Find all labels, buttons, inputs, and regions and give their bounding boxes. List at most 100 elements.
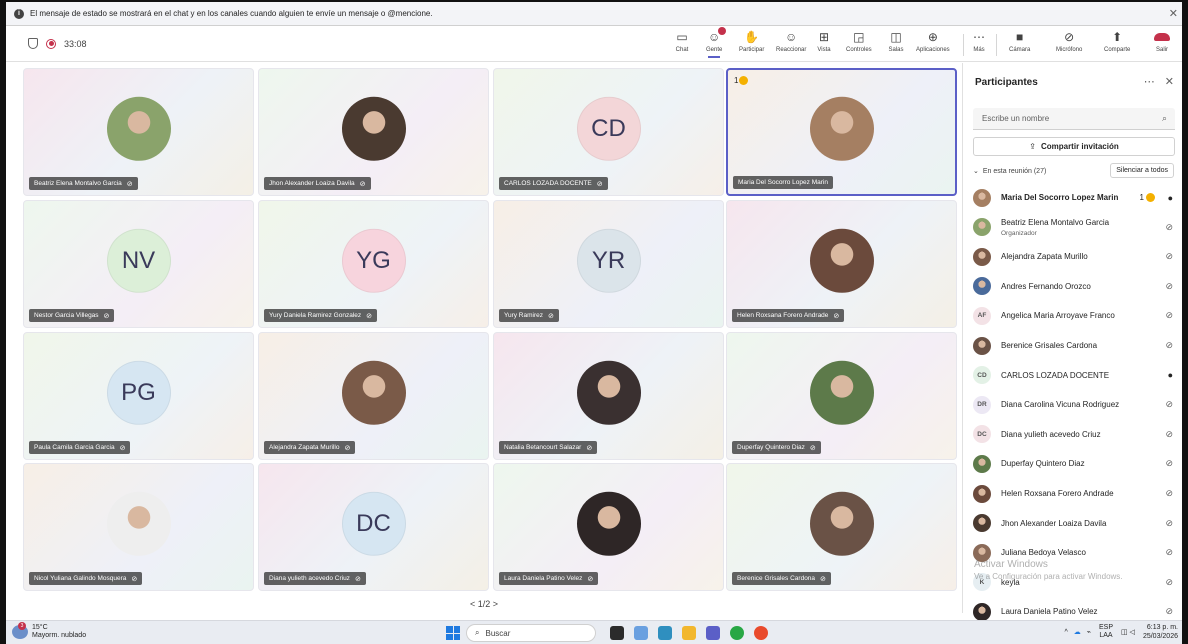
avatar [973,188,991,207]
video-tile[interactable]: Laura Daniela Patino Velez ⊘ [493,463,724,591]
toolbar-more-button[interactable]: ⋯ Más [971,29,987,53]
participant-row[interactable]: DC Diana yulieth acevedo Criuz ⊘ [963,420,1183,449]
video-tile[interactable]: YR Yury Ramirez ⊘ [493,200,724,328]
video-tile[interactable]: PG Paula Camila Garcia Garcia ⊘ [23,332,254,460]
mic-off-icon[interactable]: ⊘ [1165,222,1173,233]
clock[interactable]: 6:13 p. m. 25/03/2026 [1143,623,1178,641]
edge-dev-app-icon[interactable] [730,626,744,640]
more-icon: ⋯ [973,30,985,44]
toolbar-label: Cámara [1009,47,1031,53]
start-button[interactable] [446,626,460,640]
participant-search-input[interactable]: Escribe un nombre ⌕ [973,108,1175,130]
participant-row[interactable]: Beatriz Elena Montalvo Garcia Organizador… [963,213,1183,242]
toolbar-share-button[interactable]: ⬆ Comparte [1104,29,1130,53]
volume-icon[interactable]: ◫ ◁ [1121,628,1135,636]
toolbar-raise-hand-button[interactable]: ✋ Participar [739,29,764,53]
toolbar-rooms-button[interactable]: ◫ Salas [888,29,904,53]
toolbar-camera-button[interactable]: ■ Cámara [1009,29,1030,53]
mic-off-icon[interactable]: ⊘ [1165,577,1173,588]
video-tile[interactable]: Berenice Grisales Cardona ⊘ [726,463,957,591]
chevron-up-icon[interactable]: ^ [1064,629,1067,636]
video-tile[interactable]: Duperfay Quintero Diaz ⊘ [726,332,957,460]
participant-row[interactable]: DR Diana Carolina Vicuna Rodriguez ⊘ [963,390,1183,419]
video-tile[interactable]: YG Yury Daniela Ramirez Gonzalez ⊘ [258,200,489,328]
mic-off-icon[interactable]: ⊘ [1165,606,1173,617]
video-tile[interactable]: NV Nestor Garcia Villegas ⊘ [23,200,254,328]
mute-all-button[interactable]: Silenciar a todos [1110,163,1174,178]
toolbar-controls-button[interactable]: ◲ Controles [846,29,872,53]
language-indicator[interactable]: ESP LAA [1099,624,1113,640]
close-icon[interactable]: ✕ [1165,75,1174,88]
video-tile[interactable]: Natalia Betancourt Salazar ⊘ [493,332,724,460]
mic-off-icon[interactable]: ⊘ [1165,547,1173,558]
windows-activation-watermark: Activar Windows Ve a Configuración para … [974,559,1123,583]
explorer-app-icon[interactable] [634,626,648,640]
participant-row[interactable]: Andres Fernando Orozco ⊘ [963,272,1183,301]
toolbar-mic-button[interactable]: ⊘ Micrófono [1056,29,1082,53]
grid-pager[interactable]: < 1/2 > [470,599,498,609]
notification-badge [718,27,727,35]
search-icon: ⌕ [1161,113,1167,123]
mic-on-icon[interactable]: ● [1168,193,1173,203]
teams-app-icon[interactable] [706,626,720,640]
video-tile[interactable]: Alejandra Zapata Murillo ⊘ [258,332,489,460]
mic-off-icon[interactable]: ⊘ [1165,518,1173,529]
lang-top: ESP [1098,624,1113,631]
share-invite-button[interactable]: ⇪ Compartir invitación [973,137,1175,156]
mic-off-icon[interactable]: ⊘ [1165,310,1173,321]
participant-row[interactable]: CD CARLOS LOZADA DOCENTE ● [963,361,1183,390]
chrome-app-icon[interactable] [754,626,768,640]
participant-row[interactable]: Alejandra Zapata Murillo ⊘ [963,242,1183,271]
mic-off-icon[interactable]: ⊘ [1165,399,1173,410]
participant-name-label: Yury Daniela Ramirez Gonzalez ⊘ [264,309,377,322]
participant-row[interactable]: Berenice Grisales Cardona ⊘ [963,331,1183,360]
toolbar-leave-button[interactable]: Salir [1154,29,1170,53]
profile-photo [106,491,171,556]
avatar [973,277,991,296]
video-tile[interactable]: Helen Roxsana Forero Andrade ⊘ [726,200,957,328]
mic-off-icon[interactable]: ⊘ [1165,281,1173,292]
participant-row[interactable]: Jhon Alexander Loaiza Davila ⊘ [963,509,1183,538]
participant-name-label: Jhon Alexander Loaiza Davila ⊘ [264,177,371,190]
video-tile[interactable]: Beatriz Elena Montalvo Garcia ⊘ [23,68,254,196]
toolbar-apps-button[interactable]: ⊕ Aplicaciones [916,29,950,53]
video-tile[interactable]: DC Diana yulieth acevedo Criuz ⊘ [258,463,489,591]
participant-row[interactable]: Duperfay Quintero Diaz ⊘ [963,449,1183,478]
share-invite-label: Compartir invitación [1040,142,1119,151]
panel-title: Participantes [975,77,1038,88]
mic-off-icon[interactable]: ⊘ [1165,340,1173,351]
avatar [973,336,991,355]
in-meeting-section[interactable]: ⌄ En esta reunión (27) [973,167,1046,176]
mic-off-icon[interactable]: ⊘ [1165,488,1173,499]
toolbar-view-button[interactable]: ⊞ Vista [816,29,832,53]
cloud-icon[interactable]: ☁ [1074,628,1081,636]
edge-app-icon[interactable] [658,626,672,640]
weather-widget[interactable]: 3 15°C Mayorm. nublado [12,622,86,640]
participant-row[interactable]: Maria Del Socorro Lopez Marin 1 ● [963,183,1183,212]
more-icon[interactable]: ⋯ [1144,75,1155,88]
close-icon[interactable]: ✕ [1169,7,1178,20]
mic-off-icon[interactable]: ⊘ [1165,429,1173,440]
emoji-icon: ☺ [785,30,798,44]
mic-off-icon[interactable]: ⊘ [1165,251,1173,262]
mic-on-icon[interactable]: ● [1168,370,1173,380]
toolbar-chat-button[interactable]: ▭ Chat [674,29,690,53]
files-app-icon[interactable] [682,626,696,640]
network-icon[interactable]: ⌁ [1087,628,1091,636]
video-tile[interactable]: Nicol Yuliana Galindo Mosquera ⊘ [23,463,254,591]
participant-row[interactable]: Helen Roxsana Forero Andrade ⊘ [963,479,1183,508]
people-icon: ☺ [706,27,727,45]
mic-off-icon[interactable]: ⊘ [1165,458,1173,469]
participant-row[interactable]: AF Angelica Maria Arroyave Franco ⊘ [963,301,1183,330]
hand-icon [1146,193,1155,202]
toolbar-label: Micrófono [1056,47,1083,53]
video-tile[interactable]: Jhon Alexander Loaiza Davila ⊘ [258,68,489,196]
toolbar-react-button[interactable]: ☺ Reaccionar [776,29,806,53]
video-tile[interactable]: 1 Maria Del Socorro Lopez Marin [726,68,957,196]
video-tile[interactable]: CD CARLOS LOZADA DOCENTE ⊘ [493,68,724,196]
shield-icon [28,38,38,49]
task-view-icon[interactable] [610,626,624,640]
taskbar-search[interactable]: ⌕ Buscar [466,624,596,642]
toolbar-label: Vista [817,47,831,53]
toolbar-people-button[interactable]: ☺ Gente [706,27,727,58]
